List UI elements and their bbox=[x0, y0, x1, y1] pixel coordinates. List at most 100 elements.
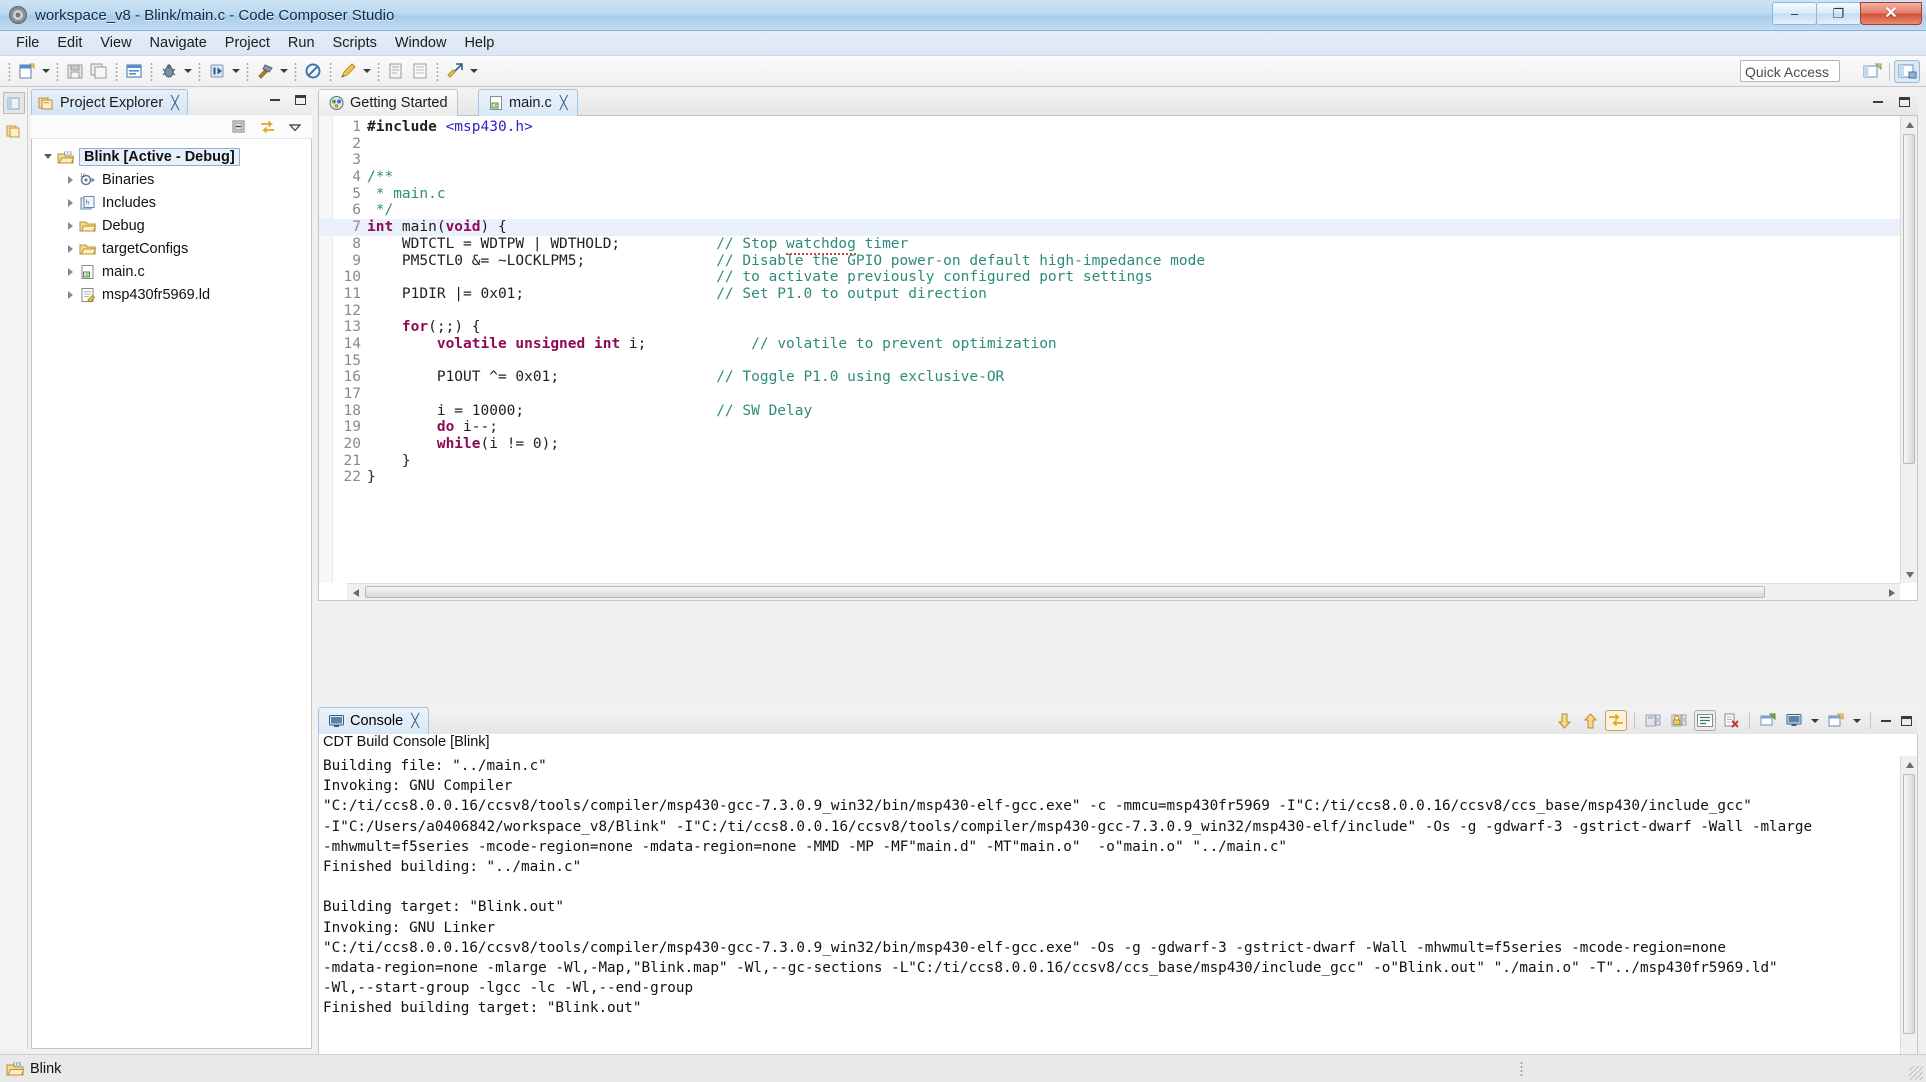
close-icon[interactable]: ╳ bbox=[411, 713, 419, 729]
no-entry-icon[interactable] bbox=[301, 59, 325, 83]
resume-dropdown-arrow[interactable] bbox=[229, 59, 242, 83]
new-perspective-icon[interactable] bbox=[1859, 60, 1885, 83]
toolbar-grip-10[interactable] bbox=[436, 61, 439, 81]
horizontal-scroll-thumb[interactable] bbox=[365, 586, 1765, 598]
toolbar-grip-3[interactable] bbox=[115, 61, 118, 81]
menu-view[interactable]: View bbox=[91, 32, 140, 54]
chevron-right-icon[interactable] bbox=[62, 221, 78, 230]
toolbar-grip-4[interactable] bbox=[150, 61, 153, 81]
ccs-edit-perspective-icon[interactable] bbox=[1894, 60, 1920, 83]
display-console-icon[interactable] bbox=[1783, 710, 1805, 731]
tab-console[interactable]: Console ╳ bbox=[318, 707, 430, 734]
down-arrow-icon[interactable] bbox=[1553, 710, 1575, 731]
tree-item-binaries[interactable]: 10 Binaries bbox=[32, 168, 311, 191]
save-icon[interactable] bbox=[63, 59, 87, 83]
maximize-console-button[interactable] bbox=[1898, 713, 1914, 729]
tab-project-explorer[interactable]: Project Explorer ╳ bbox=[31, 89, 188, 115]
quick-access-input[interactable]: Quick Access bbox=[1740, 60, 1840, 82]
display-console-dropdown-arrow[interactable] bbox=[1809, 710, 1821, 731]
tree-item-targetconfigs[interactable]: targetConfigs bbox=[32, 237, 311, 260]
restore-project-explorer-icon[interactable] bbox=[2, 92, 25, 114]
declaration-icon[interactable] bbox=[384, 59, 408, 83]
maximize-editor-button[interactable] bbox=[1896, 94, 1912, 110]
new-file-dropdown-arrow[interactable] bbox=[39, 59, 52, 83]
toolbar-grip[interactable] bbox=[8, 61, 11, 81]
new-file-icon[interactable] bbox=[15, 59, 39, 83]
restore-button[interactable]: ❐ bbox=[1816, 2, 1861, 25]
console-body[interactable]: Building file: "../main.c" Invoking: GNU… bbox=[318, 756, 1918, 1082]
scroll-up-icon[interactable] bbox=[1901, 756, 1917, 773]
bug-icon[interactable] bbox=[157, 59, 181, 83]
pin-console-icon[interactable] bbox=[1605, 710, 1627, 731]
link-editor-icon[interactable] bbox=[258, 118, 276, 136]
chevron-right-icon[interactable] bbox=[62, 244, 78, 253]
project-explorer-rail-icon[interactable] bbox=[3, 120, 25, 142]
chevron-right-icon[interactable] bbox=[62, 198, 78, 207]
tree-item-blink[interactable]: ccs Blink [Active - Debug] bbox=[32, 145, 311, 168]
save-all-icon[interactable] bbox=[87, 59, 111, 83]
resume-icon[interactable] bbox=[205, 59, 229, 83]
menu-help[interactable]: Help bbox=[455, 32, 503, 54]
scroll-right-icon[interactable] bbox=[1883, 584, 1900, 600]
tab-main-c[interactable]: .c main.c ╳ bbox=[478, 89, 578, 116]
close-button[interactable]: ✕ bbox=[1860, 2, 1922, 25]
scroll-left-icon[interactable] bbox=[347, 584, 364, 600]
code-editor[interactable]: 1 #include <msp430.h> 2 3 4/** 5 * main.c 6 */… bbox=[318, 116, 1918, 601]
toolbar-grip-8[interactable] bbox=[329, 61, 332, 81]
scroll-down-icon[interactable] bbox=[1901, 566, 1917, 583]
toolbar-grip-6[interactable] bbox=[246, 61, 249, 81]
toolbar-grip-9[interactable] bbox=[377, 61, 380, 81]
lock-console-icon[interactable] bbox=[1668, 710, 1690, 731]
close-icon[interactable]: ╳ bbox=[171, 95, 179, 111]
code-text[interactable]: 1 #include <msp430.h> 2 3 4/** 5 * main.c 6 */… bbox=[319, 116, 1900, 583]
menu-edit[interactable]: Edit bbox=[48, 32, 91, 54]
open-console-dropdown-arrow[interactable] bbox=[1851, 710, 1863, 731]
toolbar-grip-5[interactable] bbox=[198, 61, 201, 81]
annotate-dropdown-arrow[interactable] bbox=[360, 59, 373, 83]
menu-file[interactable]: File bbox=[7, 32, 48, 54]
project-explorer-tree[interactable]: ccs Blink [Active - Debug] 10 Binaries h… bbox=[31, 139, 312, 1049]
open-console-icon[interactable] bbox=[1825, 710, 1847, 731]
chevron-right-icon[interactable] bbox=[62, 267, 78, 276]
maximize-view-button[interactable] bbox=[292, 92, 308, 108]
pin-icon[interactable] bbox=[1757, 710, 1779, 731]
scroll-up-icon[interactable] bbox=[1901, 116, 1917, 133]
hammer-icon[interactable] bbox=[253, 59, 277, 83]
save-console-icon[interactable] bbox=[1642, 710, 1664, 731]
word-wrap-icon[interactable] bbox=[1694, 710, 1716, 731]
console-vertical-scrollbar[interactable] bbox=[1900, 756, 1917, 1082]
resize-grip[interactable] bbox=[1909, 1066, 1923, 1080]
tree-item-msp430fr5969-ld[interactable]: msp430fr5969.ld bbox=[32, 283, 311, 306]
close-icon[interactable]: ╳ bbox=[560, 95, 568, 111]
tree-item-includes[interactable]: h Includes bbox=[32, 191, 311, 214]
debug-dropdown-arrow[interactable] bbox=[181, 59, 194, 83]
chevron-down-icon[interactable] bbox=[40, 154, 56, 159]
menu-project[interactable]: Project bbox=[216, 32, 279, 54]
tab-getting-started[interactable]: Getting Started bbox=[318, 89, 458, 116]
collapse-all-icon[interactable] bbox=[230, 118, 248, 136]
toolbar-grip-7[interactable] bbox=[294, 61, 297, 81]
up-arrow-icon[interactable] bbox=[1579, 710, 1601, 731]
project-icon[interactable] bbox=[122, 59, 146, 83]
last-edit-icon[interactable] bbox=[443, 59, 467, 83]
chevron-right-icon[interactable] bbox=[62, 175, 78, 184]
minimize-console-button[interactable] bbox=[1878, 713, 1894, 729]
pencil-icon[interactable] bbox=[336, 59, 360, 83]
toolbar-grip-2[interactable] bbox=[56, 61, 59, 81]
minimize-view-button[interactable] bbox=[267, 92, 283, 108]
menu-navigate[interactable]: Navigate bbox=[141, 32, 216, 54]
tree-item-debug[interactable]: Debug bbox=[32, 214, 311, 237]
minimize-editor-button[interactable] bbox=[1870, 94, 1886, 110]
build-dropdown-arrow[interactable] bbox=[277, 59, 290, 83]
menu-window[interactable]: Window bbox=[386, 32, 456, 54]
vertical-scroll-thumb[interactable] bbox=[1903, 134, 1915, 464]
clear-console-icon[interactable] bbox=[1720, 710, 1742, 731]
menu-scripts[interactable]: Scripts bbox=[324, 32, 386, 54]
tree-item-main-c[interactable]: .c main.c bbox=[32, 260, 311, 283]
menu-run[interactable]: Run bbox=[279, 32, 324, 54]
chevron-right-icon[interactable] bbox=[62, 290, 78, 299]
minimize-button[interactable]: – bbox=[1772, 2, 1817, 25]
view-icon[interactable] bbox=[408, 59, 432, 83]
last-edit-dropdown-arrow[interactable] bbox=[467, 59, 480, 83]
editor-horizontal-scrollbar[interactable] bbox=[347, 583, 1900, 600]
